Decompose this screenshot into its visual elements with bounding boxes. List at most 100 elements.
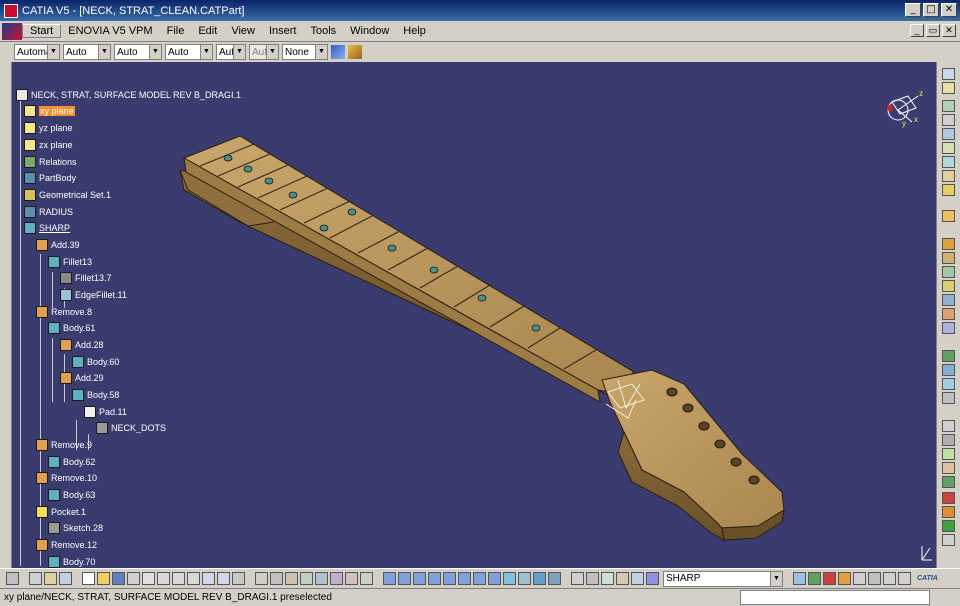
3d-viewport[interactable]: NECK, STRAT, SURFACE MODEL REV B_DRAGI.1… [12,62,936,568]
swap-space-icon[interactable] [548,572,561,585]
knowledge-icon[interactable] [270,572,283,585]
shading-icon[interactable] [518,572,531,585]
menu-tools[interactable]: Tools [303,25,343,37]
cut-icon[interactable] [157,572,170,585]
pan-icon[interactable] [413,572,426,585]
exit-workbench-icon[interactable] [942,82,955,94]
tree-node-body-70[interactable]: Body.70 [48,555,95,568]
command-input[interactable] [740,590,930,605]
tree-node-remove-12[interactable]: Remove.12 [36,538,97,552]
axis-icon[interactable] [330,572,343,585]
tree-node-pocket-1[interactable]: Pocket.1 [36,505,86,519]
draft-tool-icon[interactable] [942,252,955,264]
iso-view-icon[interactable] [503,572,516,585]
thread-tool-icon[interactable] [942,294,955,306]
utility-icon[interactable] [898,572,911,585]
print-icon[interactable] [127,572,140,585]
slot-tool-icon[interactable] [942,184,955,196]
format-painter-icon[interactable] [331,45,345,59]
zoom-in-icon[interactable] [443,572,456,585]
groove-tool-icon[interactable] [942,142,955,154]
tree-node-body-60[interactable]: Body.60 [72,355,119,369]
tree-node-neck-dots[interactable]: NECK_DOTS [96,421,166,435]
doc-close-button[interactable]: ✕ [942,24,956,37]
properties-painter-icon[interactable] [348,45,362,59]
apply-material-icon[interactable] [942,434,955,446]
color-combo[interactable]: Automa ▼ [14,44,60,60]
tree-node-edgefillet-11[interactable]: EdgeFillet.11 [60,288,127,302]
maximize-button[interactable]: □ [923,3,939,17]
tree-node-body-61[interactable]: Body.61 [48,321,95,335]
menu-window[interactable]: Window [343,25,396,37]
update-icon[interactable] [300,572,313,585]
tree-node-yz-plane[interactable]: yz plane [24,121,73,135]
doc-minimize-button[interactable]: _ [910,24,924,37]
line-thickness-combo[interactable]: Auto ▼ [114,44,162,60]
boolean-tool-icon[interactable] [942,492,955,504]
transparency-combo[interactable]: Auto ▼ [63,44,111,60]
tree-node-remove-9[interactable]: Remove.9 [36,438,92,452]
document-icon[interactable] [2,22,22,40]
hide-show-icon[interactable] [533,572,546,585]
tree-node-fillet13-7[interactable]: Fillet13.7 [60,271,112,285]
fx-formula-icon[interactable] [255,572,268,585]
tree-node-body-58[interactable]: Body.58 [72,388,119,402]
current-body-combo[interactable]: SHARP ▼ [663,570,783,587]
formula-icon[interactable] [59,572,72,585]
rotate-icon[interactable] [428,572,441,585]
catalog-browser-icon[interactable] [808,572,821,585]
remove-lump-tool-icon[interactable] [942,534,955,546]
shell-tool-icon[interactable] [942,266,955,278]
tree-node-relations[interactable]: Relations [24,155,77,169]
scan-icon[interactable] [360,572,373,585]
insert-body-icon[interactable] [942,476,955,488]
parameter-icon[interactable] [616,572,629,585]
paste-icon[interactable] [187,572,200,585]
pattern-tool-icon[interactable] [942,322,955,334]
reactions-icon[interactable] [838,572,851,585]
tree-node-body-63[interactable]: Body.63 [48,488,95,502]
undo-icon[interactable] [202,572,215,585]
pad-tool-icon[interactable] [942,100,955,112]
layer-combo[interactable]: None ▼ [282,44,328,60]
thick-surface-tool-icon[interactable] [942,364,955,376]
close-button[interactable]: ✕ [941,3,957,17]
knowledge-advisor-icon[interactable] [823,572,836,585]
tree-node-add-28[interactable]: Add.28 [60,338,104,352]
apply-material-tool-icon[interactable] [793,572,806,585]
tree-node-partbody[interactable]: PartBody [24,171,76,185]
tree-root[interactable]: NECK, STRAT, SURFACE MODEL REV B_DRAGI.1 [16,88,241,102]
grid-icon[interactable] [315,572,328,585]
pocket-tool-icon[interactable] [942,114,955,126]
guitar-neck-model[interactable] [12,62,936,568]
hole-tool-icon[interactable] [942,156,955,168]
normal-view-icon[interactable] [473,572,486,585]
options-icon[interactable] [853,572,866,585]
save-icon[interactable] [112,572,125,585]
menu-start[interactable]: Start [22,24,62,38]
doc-restore-button[interactable]: ▭ [926,24,940,37]
compass-toggle-icon[interactable] [6,572,19,585]
tree-node-geometrical-set[interactable]: Geometrical Set.1 [24,188,111,202]
redo-icon[interactable] [217,572,230,585]
tree-node-radius[interactable]: RADIUS [24,205,73,219]
tree-node-pad-11[interactable]: Pad.11 [84,405,127,419]
body-list-icon[interactable] [631,572,644,585]
measure-between-icon[interactable] [571,572,584,585]
tree-node-sketch-28[interactable]: Sketch.28 [48,521,103,535]
compass-icon[interactable]: z x y [878,88,928,130]
rib-tool-icon[interactable] [942,170,955,182]
menu-enovia[interactable]: ENOVIA V5 VPM [61,25,159,37]
edge-fillet-tool-icon[interactable] [942,210,955,222]
close-surface-tool-icon[interactable] [942,378,955,390]
open-file-icon[interactable] [97,572,110,585]
union-trim-tool-icon[interactable] [942,520,955,532]
mirror-tool-icon[interactable] [942,308,955,320]
tree-node-add-29[interactable]: Add.29 [60,371,104,385]
tree-node-xy-plane[interactable]: xy plane [24,104,75,118]
catalog-icon[interactable] [29,572,42,585]
menu-help[interactable]: Help [396,25,433,37]
chamfer-tool-icon[interactable] [942,238,955,250]
work-object-icon[interactable] [646,572,659,585]
menu-file[interactable]: File [160,25,192,37]
